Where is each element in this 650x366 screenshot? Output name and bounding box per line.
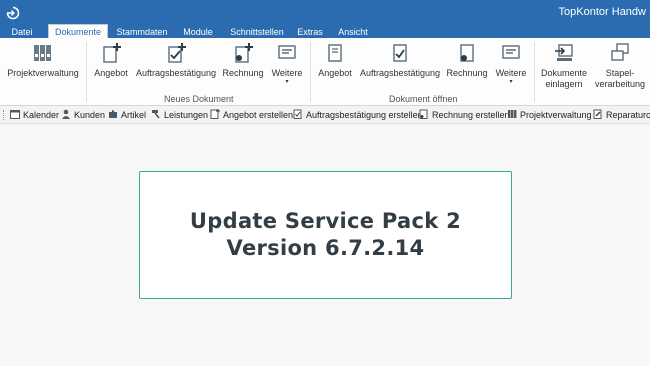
quick-projektverwaltung[interactable]: Projektverwaltung: [507, 109, 592, 121]
oeffnen-weitere-dropdown[interactable]: Weitere ▾: [492, 42, 530, 86]
neues-angebot-button[interactable]: Angebot: [90, 42, 132, 79]
stapelverarbeitung-button[interactable]: Stapel- verarbeitung: [594, 42, 646, 90]
new-invoice-icon: [235, 43, 253, 63]
open-confirmation-icon: [393, 44, 407, 62]
quick-artikel-label: Artikel: [121, 110, 147, 120]
tab-stammdaten[interactable]: Stammdaten: [112, 25, 172, 39]
tab-schnittstellen[interactable]: Schnittstellen: [226, 25, 288, 39]
quick-angebot-erstellen-label: Angebot erstellen: [223, 110, 294, 120]
dokumente-einlagern-button[interactable]: Dokumente einlagern: [538, 42, 590, 90]
quick-rechnung-erstellen[interactable]: Rechnung erstellen: [419, 109, 510, 121]
quick-kunden-label: Kunden: [74, 110, 106, 120]
binders-icon: [508, 110, 517, 118]
quick-reparaturcenter[interactable]: Reparaturce: [593, 109, 650, 121]
open-invoice-icon: [460, 44, 474, 62]
rechnung-oeffnen-button[interactable]: Rechnung: [444, 42, 490, 79]
stapel-label-line1: Stapel-: [605, 68, 635, 78]
update-version: Version 6.7.2.14: [226, 236, 425, 260]
batch-processing-icon: [611, 43, 629, 61]
wrench-document-icon: [593, 109, 602, 119]
neues-angebot-label: Angebot: [94, 68, 128, 78]
quick-kunden[interactable]: Kunden: [61, 109, 105, 121]
rechnung-oeffnen-label: Rechnung: [446, 68, 488, 78]
update-title: Update Service Pack 2: [189, 209, 462, 233]
toolbar-grip[interactable]: [3, 110, 5, 120]
quick-reparaturcenter-label: Reparaturce: [606, 110, 650, 120]
quick-auftragsbestaetigung-erstellen[interactable]: Auftragsbestätigung erstellen: [293, 109, 423, 121]
document-invoice-icon: [419, 109, 428, 119]
neue-rechnung-label: Rechnung: [222, 68, 264, 78]
more-open-icon: [502, 45, 520, 59]
calendar-icon: [10, 110, 20, 119]
chevron-down-icon: ▾: [509, 79, 513, 85]
quick-leistungen-label: Leistungen: [164, 110, 209, 120]
angebot-oeffnen-label: Angebot: [318, 68, 352, 78]
tab-datei[interactable]: Datei: [2, 25, 42, 39]
open-offer-icon: [328, 44, 342, 62]
stapel-label-line2: verarbeitung: [594, 79, 646, 89]
hammer-icon: [152, 110, 160, 119]
neue-weitere-dropdown[interactable]: Weitere ▾: [268, 42, 306, 86]
quick-kalender[interactable]: Kalender: [10, 109, 59, 121]
neue-weitere-label: Weitere: [271, 68, 303, 78]
neue-auftragsbestaetigung-label: Auftragsbestätigung: [135, 68, 217, 78]
einlagern-label-line1: Dokumente: [540, 68, 588, 78]
einlagern-label-line2: einlagern: [545, 79, 583, 89]
main-content: Update Service Pack 2 Version 6.7.2.14: [0, 125, 650, 366]
auftragsbestaetigung-oeffnen-label: Auftragsbestätigung: [359, 68, 441, 78]
quick-auftragsbestaetigung-erstellen-label: Auftragsbestätigung erstellen: [306, 110, 423, 120]
tab-dokumente[interactable]: Dokumente: [48, 24, 108, 39]
tab-extras[interactable]: Extras: [294, 25, 326, 39]
quick-artikel[interactable]: Artikel: [108, 109, 146, 121]
quick-kalender-label: Kalender: [23, 110, 60, 120]
neue-rechnung-button[interactable]: Rechnung: [220, 42, 266, 79]
app-title: TopKontor Handw: [558, 6, 646, 18]
new-confirmation-icon: [168, 43, 186, 63]
tab-module[interactable]: Module: [178, 25, 218, 39]
quick-access-bar: Kalender Kunden Artikel Leistungen Angeb…: [0, 106, 650, 124]
chevron-down-icon: ▾: [285, 79, 289, 85]
app-logo-icon[interactable]: [6, 6, 20, 20]
dokument-oeffnen-group-label: Dokument öffnen: [389, 94, 458, 104]
title-bar: TopKontor Handw Datei Dokumente Stammdat…: [0, 0, 650, 39]
document-check-icon: [293, 109, 302, 119]
oeffnen-weitere-label: Weitere: [495, 68, 527, 78]
neue-auftragsbestaetigung-button[interactable]: Auftragsbestätigung: [134, 42, 218, 79]
quick-leistungen[interactable]: Leistungen: [151, 109, 208, 121]
person-icon: [62, 109, 70, 119]
more-documents-icon: [278, 45, 296, 59]
quick-projektverwaltung-label: Projektverwaltung: [520, 110, 592, 120]
puzzle-icon: [109, 110, 117, 118]
ribbon: Projektverwaltung Angebot Auftragsbestät…: [0, 38, 650, 106]
quick-angebot-erstellen[interactable]: Angebot erstellen: [210, 109, 293, 121]
ribbon-separator: [86, 42, 87, 102]
binders-icon: [34, 45, 51, 61]
tab-ansicht[interactable]: Ansicht: [334, 25, 372, 39]
auftragsbestaetigung-oeffnen-button[interactable]: Auftragsbestätigung: [358, 42, 442, 79]
projektverwaltung-button[interactable]: Projektverwaltung: [6, 42, 80, 79]
neues-dokument-group-label: Neues Dokument: [164, 94, 234, 104]
document-add-icon: [210, 109, 220, 119]
ribbon-separator: [310, 42, 311, 102]
projektverwaltung-label: Projektverwaltung: [7, 68, 79, 78]
archive-import-icon: [555, 44, 573, 61]
ribbon-separator: [534, 42, 535, 102]
quick-rechnung-erstellen-label: Rechnung erstellen: [432, 110, 510, 120]
new-document-icon: [103, 43, 121, 63]
angebot-oeffnen-button[interactable]: Angebot: [314, 42, 356, 79]
update-notice-box: Update Service Pack 2 Version 6.7.2.14: [139, 171, 512, 299]
